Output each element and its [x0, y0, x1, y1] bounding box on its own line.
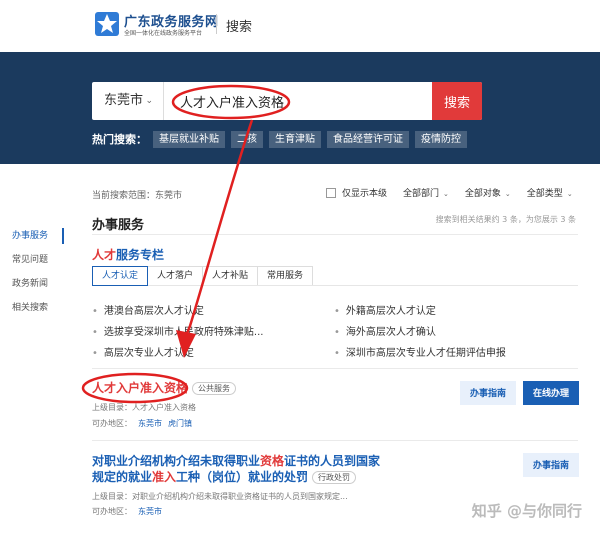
- result-title[interactable]: 对职业介绍机构介绍未取得职业资格证书的人员到国家规定的就业准入工种（岗位）就业的…: [92, 453, 392, 485]
- bullet-icon: •: [92, 348, 98, 359]
- leftnav-item-services[interactable]: 办事服务: [0, 224, 64, 248]
- service-link-label: 选拔享受深圳市人民政府特殊津贴...: [103, 327, 264, 338]
- guide-button[interactable]: 办事指南: [460, 381, 516, 405]
- header-divider: [216, 14, 217, 34]
- filter-bar: 仅显示本级 全部部门 ⌄ 全部对象 ⌄ 全部类型 ⌄: [326, 186, 573, 199]
- result-title-highlight: 资格: [260, 454, 285, 468]
- result-badge: 公共服务: [192, 382, 237, 395]
- this-level-checkbox[interactable]: [326, 187, 336, 198]
- bullet-icon: •: [92, 327, 98, 338]
- tab-common-services[interactable]: 常用服务: [257, 266, 313, 286]
- search-banner: 东莞市 ⌄ 搜索 热门搜索： 基层就业补贴 二孩 生育津贴 食品经营许可证 疫情…: [0, 52, 600, 164]
- type-filter-label: 全部类型: [526, 189, 563, 199]
- section-divider: [92, 234, 578, 235]
- result-title-highlight: 人才入户准入资格: [92, 381, 189, 395]
- hot-search-label: 热门搜索：: [92, 133, 147, 146]
- list-divider: [92, 440, 578, 441]
- result-badge: 行政处罚: [312, 471, 357, 484]
- result-title-highlight: 准入: [152, 470, 177, 484]
- special-title-blue: 服务专栏: [116, 248, 165, 262]
- hot-tag[interactable]: 食品经营许可证: [327, 130, 409, 148]
- chevron-down-icon: ⌄: [443, 190, 449, 198]
- bullet-icon: •: [334, 348, 340, 359]
- leftnav-item-news[interactable]: 政务新闻: [0, 272, 64, 296]
- search-box: 东莞市 ⌄ 搜索: [92, 82, 482, 120]
- chevron-down-icon: ⌄: [566, 190, 573, 198]
- special-title-red: 人才: [92, 248, 117, 262]
- tabs-divider: [92, 285, 578, 286]
- result-parent: 上级目录：对职业介绍机构介绍未取得职业资格证书的人员到国家规定...: [92, 491, 348, 502]
- parent-label: 上级目录：: [92, 492, 132, 501]
- search-scope: 当前搜索范围：东莞市: [92, 191, 183, 201]
- area-link[interactable]: 东莞市: [138, 507, 162, 516]
- result-title[interactable]: 人才入户准入资格 公共服务: [92, 380, 237, 396]
- target-filter[interactable]: 全部对象 ⌄: [465, 186, 511, 199]
- area-link[interactable]: 东莞市: [138, 419, 162, 428]
- service-link[interactable]: • 外籍高层次人才认定: [334, 302, 436, 317]
- watermark: 知乎 @与你同行: [471, 502, 582, 520]
- tab-talent-recognition[interactable]: 人才认定: [92, 266, 148, 286]
- result-area: 可办地区： 东莞市 虎门镇: [92, 418, 192, 429]
- section-title: 办事服务: [92, 218, 145, 233]
- service-link-label: 港澳台高层次人才认定: [103, 306, 204, 317]
- result-title-text: 工种（岗位）就业的处罚: [176, 470, 309, 484]
- hot-tag[interactable]: 生育津贴: [269, 130, 321, 148]
- city-select-value: 东莞市: [104, 93, 144, 108]
- hot-tag[interactable]: 二孩: [231, 130, 263, 148]
- result-count: 搜索到相关结果约 3 条，为您展示 3 条: [435, 215, 576, 224]
- result-area: 可办地区： 东莞市: [92, 506, 162, 517]
- chevron-down-icon: ⌄: [145, 96, 153, 106]
- guide-button[interactable]: 办事指南: [523, 453, 579, 477]
- bullet-icon: •: [334, 306, 340, 317]
- target-filter-label: 全部对象: [464, 189, 501, 199]
- area-link[interactable]: 虎门镇: [168, 419, 192, 428]
- tab-talent-subsidy[interactable]: 人才补贴: [202, 266, 258, 286]
- hot-tag[interactable]: 基层就业补贴: [153, 130, 225, 148]
- dept-filter-label: 全部部门: [403, 189, 440, 199]
- site-subtitle: 全国一体化在线政务服务平台: [124, 30, 203, 37]
- chevron-down-icon: ⌄: [504, 190, 511, 198]
- parent-value: 对职业介绍机构介绍未取得职业资格证书的人员到国家规定...: [132, 492, 348, 501]
- city-select[interactable]: 东莞市 ⌄: [92, 82, 164, 120]
- service-link-label: 高层次专业人才认定: [103, 348, 194, 359]
- left-nav: 办事服务 常见问题 政务新闻 相关搜索: [0, 224, 64, 320]
- tab-talent-settlement[interactable]: 人才落户: [147, 266, 203, 286]
- service-link-label: 深圳市高层次专业人才任期评估申报: [345, 348, 506, 359]
- search-button[interactable]: 搜索: [432, 82, 482, 120]
- site-logo-icon[interactable]: [94, 11, 120, 37]
- service-link[interactable]: • 高层次专业人才认定: [92, 344, 194, 359]
- parent-label: 上级目录：: [92, 403, 132, 412]
- special-column-title: 人才服务专栏: [92, 246, 164, 263]
- result-title-text: 对职业介绍机构介绍未取得职业: [92, 454, 261, 468]
- service-link[interactable]: • 深圳市高层次专业人才任期评估申报: [334, 344, 506, 359]
- service-link[interactable]: • 海外高层次人才确认: [334, 323, 436, 338]
- parent-value: 人才入户准入资格: [132, 403, 196, 412]
- special-tabs: 人才认定 人才落户 人才补贴 常用服务: [92, 266, 313, 286]
- service-link[interactable]: • 选拔享受深圳市人民政府特殊津贴...: [92, 323, 263, 338]
- search-input[interactable]: [164, 82, 432, 120]
- bullet-icon: •: [334, 327, 340, 338]
- leftnav-item-related[interactable]: 相关搜索: [0, 296, 64, 320]
- result-parent: 上级目录：人才入户准入资格: [92, 402, 196, 413]
- this-level-label[interactable]: 仅显示本级: [342, 186, 387, 199]
- hot-tag[interactable]: 疫情防控: [415, 130, 467, 148]
- online-handle-button[interactable]: 在线办理: [523, 381, 579, 405]
- hot-search-row: 热门搜索： 基层就业补贴 二孩 生育津贴 食品经营许可证 疫情防控: [92, 130, 473, 148]
- type-filter[interactable]: 全部类型 ⌄: [527, 186, 573, 199]
- list-divider: [92, 368, 578, 369]
- service-link-label: 外籍高层次人才认定: [345, 306, 436, 317]
- leftnav-item-faq[interactable]: 常见问题: [0, 248, 64, 272]
- service-link-label: 海外高层次人才确认: [345, 327, 436, 338]
- dept-filter[interactable]: 全部部门 ⌄: [403, 186, 449, 199]
- area-label: 可办地区：: [92, 507, 132, 516]
- page-title: 搜索: [226, 20, 253, 35]
- service-link[interactable]: • 港澳台高层次人才认定: [92, 302, 204, 317]
- site-header: 广东政务服务网 全国一体化在线政务服务平台 搜索: [0, 0, 600, 52]
- bullet-icon: •: [92, 306, 98, 317]
- area-label: 可办地区：: [92, 419, 132, 428]
